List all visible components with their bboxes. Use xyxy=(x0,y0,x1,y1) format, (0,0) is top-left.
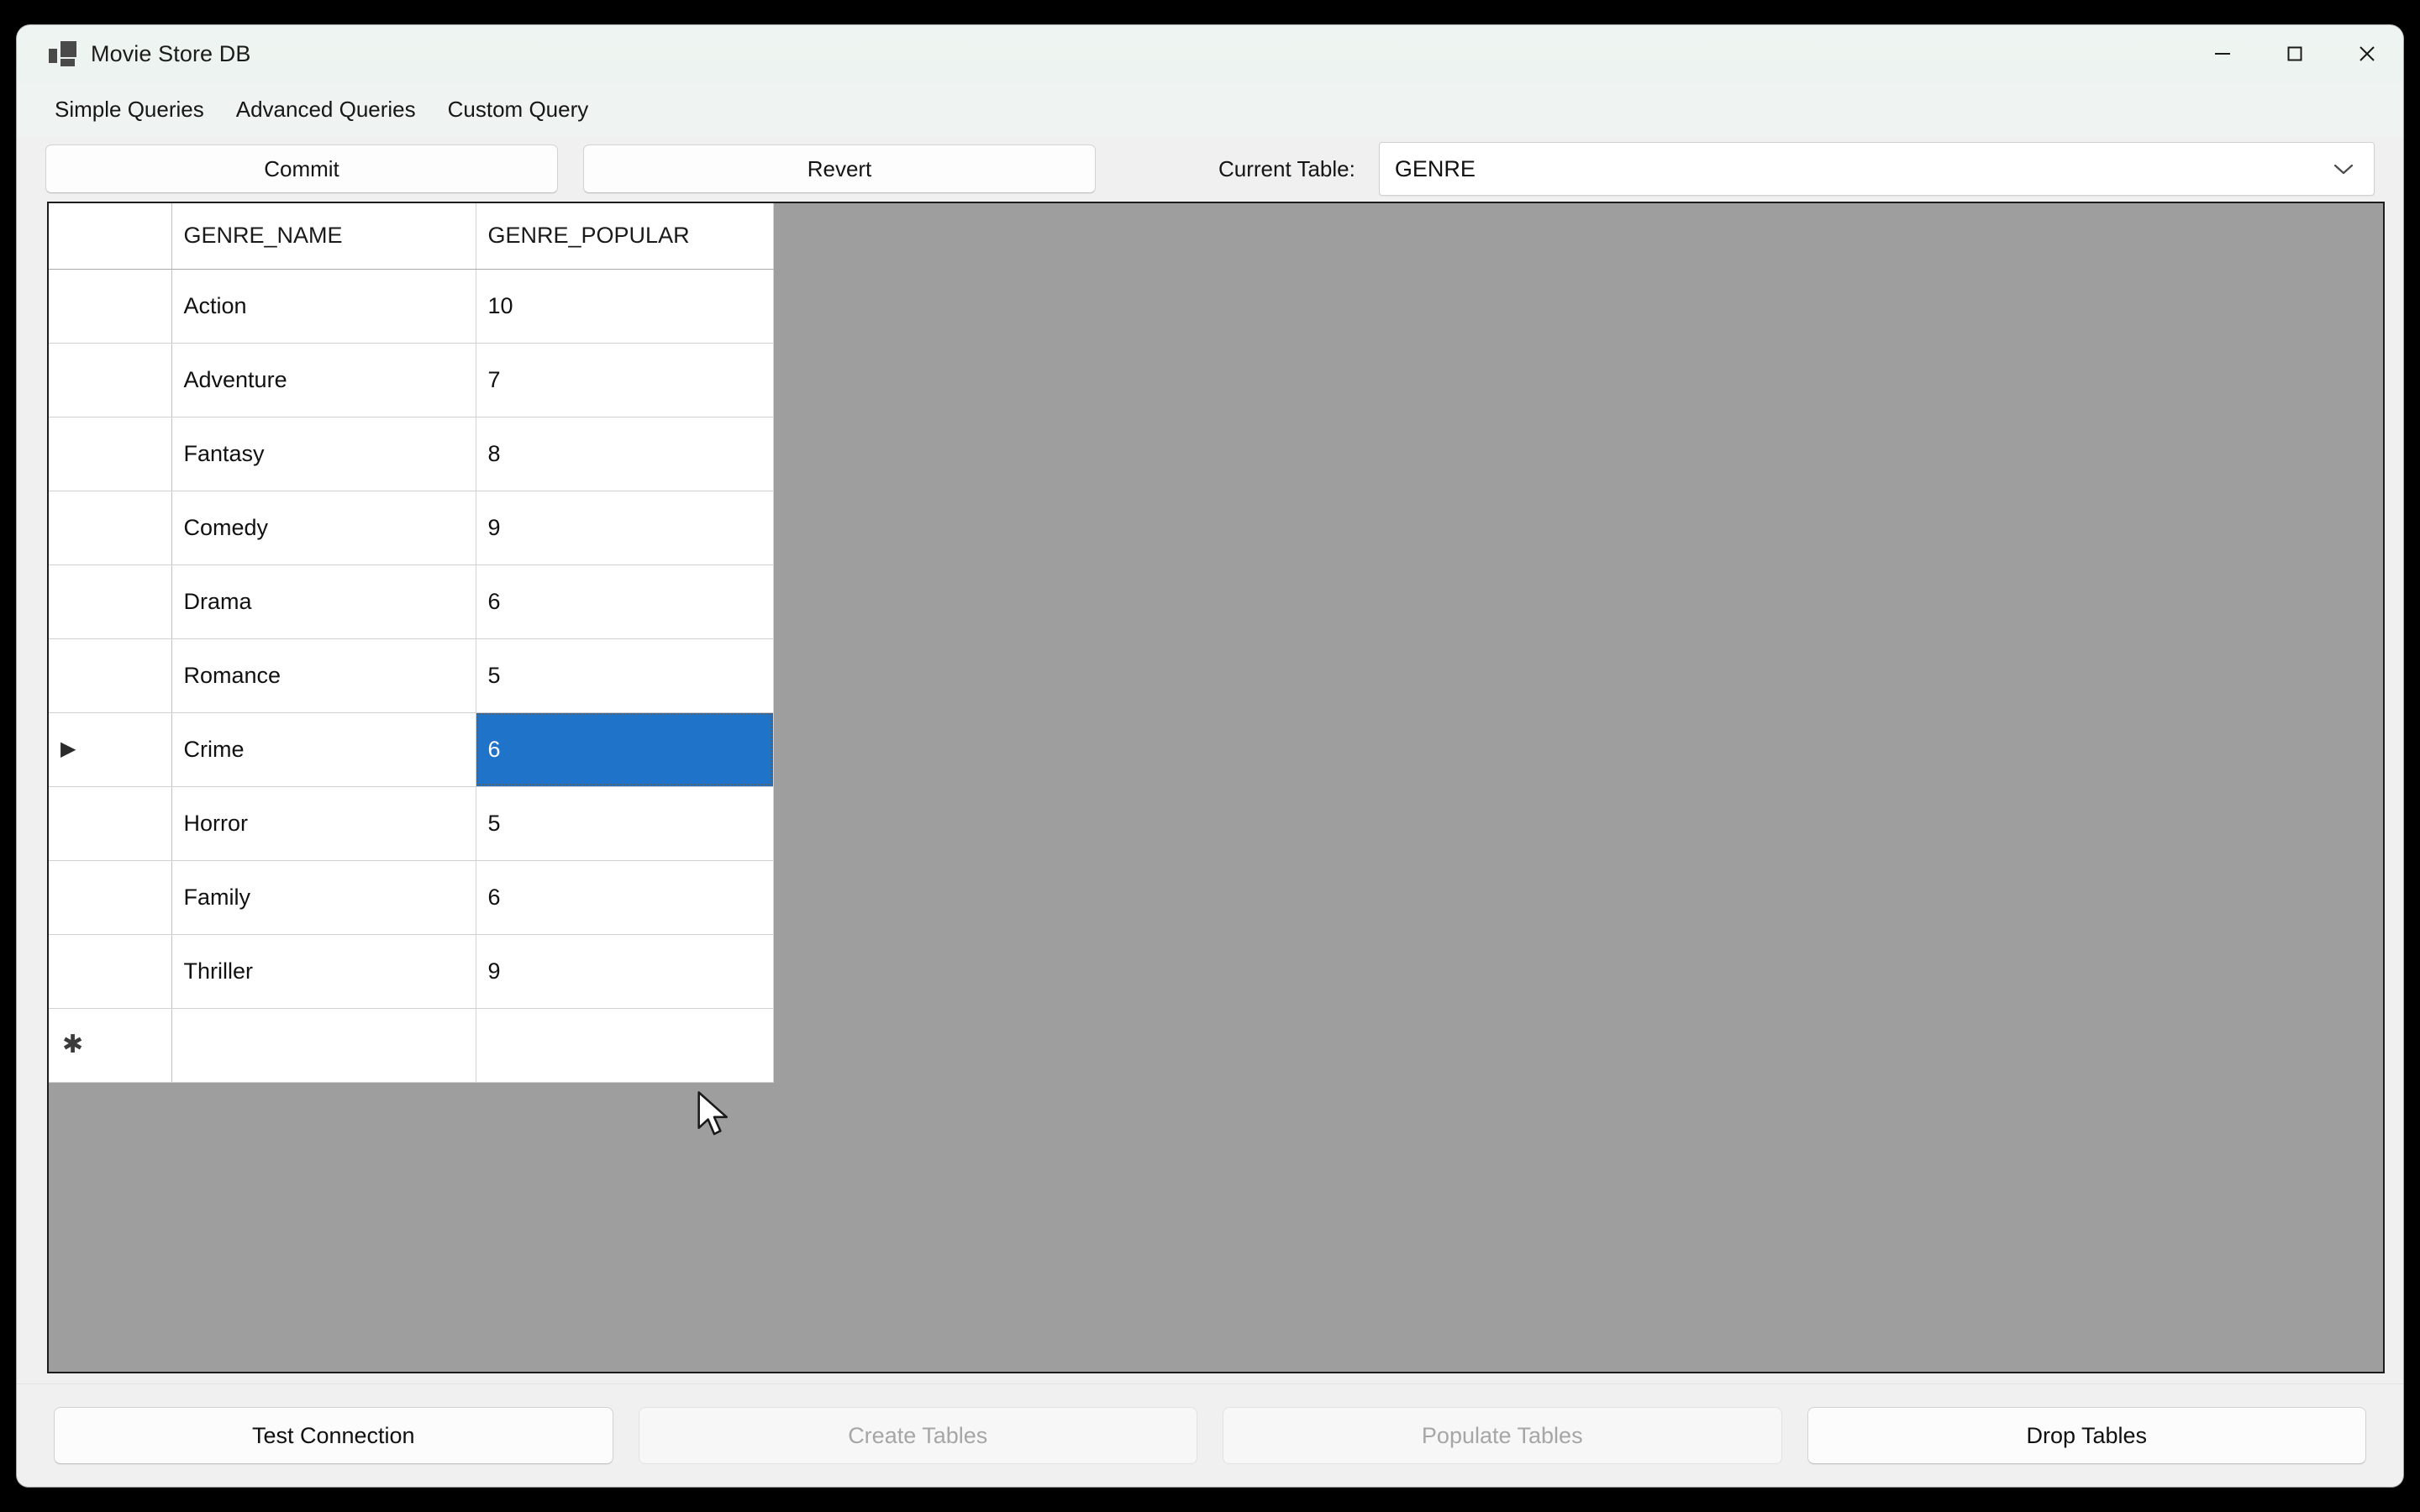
cell-genre-name[interactable]: Romance xyxy=(171,638,476,713)
row-header-new[interactable]: ✱ xyxy=(49,1008,172,1083)
close-icon xyxy=(2360,46,2375,61)
current-row-arrow-icon: ▶ xyxy=(60,738,76,760)
new-row-asterisk-icon: ✱ xyxy=(62,1031,84,1058)
data-grid[interactable]: GENRE_NAME GENRE_POPULAR Action 10 Adven… xyxy=(49,203,774,1083)
cell-genre-popularity[interactable]: 5 xyxy=(476,786,774,861)
table-row[interactable]: Comedy 9 xyxy=(49,491,774,565)
table-row-selected[interactable]: ▶ Crime 6 xyxy=(49,712,774,787)
populate-tables-button: Populate Tables xyxy=(1223,1407,1782,1464)
grid-corner-header xyxy=(49,203,172,270)
cell-genre-name[interactable]: Action xyxy=(171,269,476,344)
current-table-select[interactable]: GENRE xyxy=(1378,142,2375,196)
cell-genre-popularity[interactable]: 8 xyxy=(476,417,774,491)
cell-genre-name[interactable]: Family xyxy=(171,860,476,935)
cell-genre-name[interactable]: Adventure xyxy=(171,343,476,417)
menu-item-custom-query[interactable]: Custom Query xyxy=(432,92,605,128)
maximize-button[interactable] xyxy=(2259,25,2331,82)
row-header[interactable] xyxy=(49,860,172,935)
toolbar: Commit Revert Current Table: GENRE xyxy=(17,136,2403,202)
table-row[interactable]: Drama 6 xyxy=(49,564,774,639)
row-header[interactable] xyxy=(49,934,172,1009)
minimize-button[interactable] xyxy=(2186,25,2259,82)
cell-genre-name[interactable]: Crime xyxy=(171,712,476,787)
row-header[interactable] xyxy=(49,638,172,713)
cell-genre-popularity-selected[interactable]: 6 xyxy=(476,712,774,787)
window-controls xyxy=(2186,25,2403,82)
close-button[interactable] xyxy=(2331,25,2403,82)
table-row[interactable]: Thriller 9 xyxy=(49,934,774,1009)
table-row[interactable]: Adventure 7 xyxy=(49,343,774,417)
current-table-label: Current Table: xyxy=(1218,155,1355,181)
column-header-genre-popularity[interactable]: GENRE_POPULAR xyxy=(476,203,774,270)
cell-genre-popularity[interactable]: 6 xyxy=(476,564,774,639)
desktop-backdrop: Movie Store DB Simple Queries Advanced Q… xyxy=(0,0,2420,1512)
cell-genre-popularity[interactable]: 7 xyxy=(476,343,774,417)
row-header[interactable] xyxy=(49,269,172,344)
cell-genre-name[interactable]: Fantasy xyxy=(171,417,476,491)
cell-genre-name[interactable]: Horror xyxy=(171,786,476,861)
cell-genre-name[interactable]: Thriller xyxy=(171,934,476,1009)
grid-body: Action 10 Adventure 7 Fantasy 8 Comedy 9… xyxy=(49,269,774,1083)
create-tables-button: Create Tables xyxy=(638,1407,1197,1464)
grid-area: GENRE_NAME GENRE_POPULAR Action 10 Adven… xyxy=(17,202,2403,1383)
menu-item-advanced-queries[interactable]: Advanced Queries xyxy=(220,92,432,128)
table-row[interactable]: Action 10 xyxy=(49,269,774,344)
data-grid-panel[interactable]: GENRE_NAME GENRE_POPULAR Action 10 Adven… xyxy=(47,202,2385,1373)
menu-bar: Simple Queries Advanced Queries Custom Q… xyxy=(17,82,2403,136)
table-row[interactable]: Fantasy 8 xyxy=(49,417,774,491)
drop-tables-button[interactable]: Drop Tables xyxy=(1807,1407,2366,1464)
table-row[interactable]: Romance 5 xyxy=(49,638,774,713)
app-tiles-icon xyxy=(49,41,77,66)
cell-genre-name[interactable]: Drama xyxy=(171,564,476,639)
row-header-current[interactable]: ▶ xyxy=(49,712,172,787)
revert-button[interactable]: Revert xyxy=(583,144,1096,193)
chevron-down-icon xyxy=(2333,164,2354,175)
row-header[interactable] xyxy=(49,786,172,861)
cell-genre-popularity[interactable]: 10 xyxy=(476,269,774,344)
cell-genre-name-new[interactable] xyxy=(171,1008,476,1083)
minimize-icon xyxy=(2215,53,2230,55)
table-row-new[interactable]: ✱ xyxy=(49,1008,774,1083)
cell-genre-name[interactable]: Comedy xyxy=(171,491,476,565)
bottom-action-bar: Test Connection Create Tables Populate T… xyxy=(17,1383,2403,1487)
column-header-genre-name[interactable]: GENRE_NAME xyxy=(171,203,476,270)
menu-item-simple-queries[interactable]: Simple Queries xyxy=(39,92,220,128)
cell-genre-popularity[interactable]: 6 xyxy=(476,860,774,935)
current-table-value: GENRE xyxy=(1394,155,1476,181)
application-window: Movie Store DB Simple Queries Advanced Q… xyxy=(17,25,2403,1487)
window-title: Movie Store DB xyxy=(91,40,251,66)
mouse-cursor-icon xyxy=(697,1091,728,1136)
table-row[interactable]: Horror 5 xyxy=(49,786,774,861)
cell-genre-popularity[interactable]: 9 xyxy=(476,934,774,1009)
cell-genre-popularity[interactable]: 5 xyxy=(476,638,774,713)
commit-button[interactable]: Commit xyxy=(45,144,558,193)
row-header[interactable] xyxy=(49,564,172,639)
title-bar: Movie Store DB xyxy=(17,25,2403,82)
grid-header-row: GENRE_NAME GENRE_POPULAR xyxy=(49,203,774,270)
cell-genre-popularity[interactable]: 9 xyxy=(476,491,774,565)
row-header[interactable] xyxy=(49,343,172,417)
row-header[interactable] xyxy=(49,491,172,565)
test-connection-button[interactable]: Test Connection xyxy=(54,1407,613,1464)
cell-genre-popularity-new[interactable] xyxy=(476,1008,774,1083)
maximize-icon xyxy=(2287,46,2302,61)
table-row[interactable]: Family 6 xyxy=(49,860,774,935)
row-header[interactable] xyxy=(49,417,172,491)
